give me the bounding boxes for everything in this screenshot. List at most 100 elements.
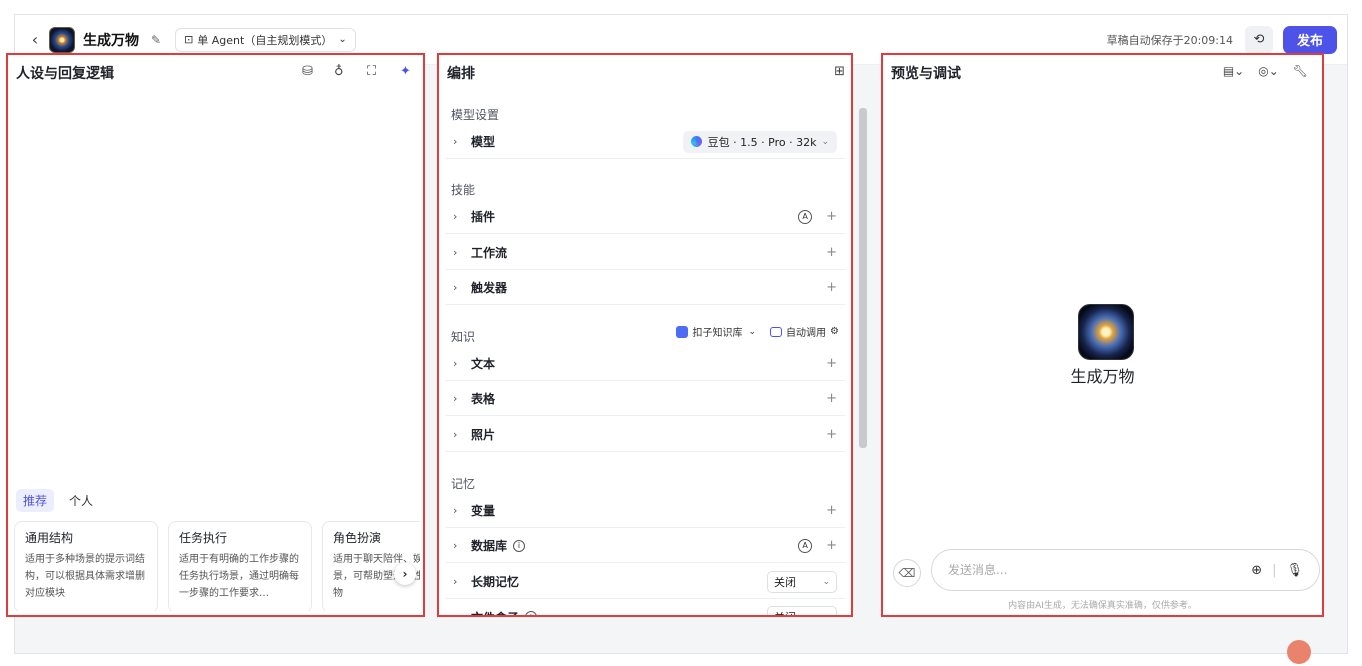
row-label: 文本	[471, 357, 496, 371]
add-icon[interactable]: +	[826, 538, 837, 553]
row-variables[interactable]: › 变量 +	[445, 494, 845, 528]
add-icon[interactable]: +	[826, 209, 837, 224]
row-label: 文件盒子	[471, 609, 519, 616]
publish-button[interactable]: 发布	[1282, 25, 1337, 54]
preview-toolbar: ▤⌄ ◎⌄ 🔧︎	[1209, 64, 1308, 78]
chevron-right-icon[interactable]: ›	[394, 563, 416, 585]
section-skills: 技能	[451, 183, 476, 197]
row-text[interactable]: › 文本 +	[445, 347, 845, 381]
history-icon[interactable]: ⟲	[1244, 25, 1273, 54]
save-status: 草稿自动保存于20:09:14	[1106, 33, 1233, 47]
doubao-icon	[690, 136, 702, 147]
bot-name: 生成万物	[1070, 367, 1135, 386]
info-icon[interactable]: i	[513, 539, 526, 552]
knowledge-controls: 扣子知识库 ⌄ 自动调用 ⚙	[676, 324, 839, 339]
row-model[interactable]: › 模型 豆包 · 1.5 · Pro · 32k ⌄	[445, 125, 845, 159]
kb-icon	[676, 325, 689, 338]
panel-title: 预览与调试	[891, 66, 961, 82]
edit-icon[interactable]: ✎	[151, 33, 161, 47]
row-label: 工作流	[471, 246, 508, 260]
chevron-down-icon: ⌄	[821, 136, 829, 147]
row-label: 插件	[471, 210, 496, 224]
row-database[interactable]: › 数据库 i A +	[445, 529, 845, 563]
chevron-right-icon: ›	[453, 135, 458, 148]
add-icon[interactable]: +	[826, 391, 837, 406]
add-icon[interactable]: +	[826, 503, 837, 518]
section-knowledge: 知识	[451, 330, 476, 344]
row-plugins[interactable]: › 插件 A +	[445, 200, 845, 234]
chevron-down-icon: ⌄	[822, 612, 830, 617]
clear-chat-icon[interactable]: ⌫	[893, 559, 921, 587]
row-label: 长期记忆	[471, 575, 520, 589]
long-memory-select[interactable]: 关闭 ⌄	[767, 570, 837, 593]
row-label: 模型	[471, 135, 496, 149]
optimize-icon[interactable]: ✦	[400, 64, 411, 79]
expand-icon[interactable]: ⛶	[367, 64, 376, 79]
add-icon[interactable]: +	[826, 427, 837, 442]
chevron-down-icon: ⌄	[338, 34, 347, 45]
wrench-icon[interactable]: 🔧︎	[1293, 64, 1308, 78]
mode-selector[interactable]: ⊡ 单 Agent（自主规划模式） ⌄	[175, 27, 356, 52]
select-value: 关闭	[774, 575, 796, 589]
preview-panel: 预览与调试 ▤⌄ ◎⌄ 🔧︎ 生成万物 ⌫ ⊕ | 🎙︎ 内容由AI生成，无法确…	[881, 53, 1324, 617]
row-long-memory[interactable]: › 长期记忆 关闭 ⌄	[445, 565, 845, 599]
add-icon[interactable]: +	[826, 245, 837, 260]
divider: |	[1272, 562, 1277, 578]
add-icon[interactable]: +	[826, 280, 837, 295]
add-circle-icon[interactable]: ⊕	[1251, 563, 1262, 578]
layout-icon[interactable]: ⊞	[834, 64, 845, 79]
card-desc: 适用于有明确的工作步骤的任务执行场景，通过明确每一步骤的工作要求…	[179, 554, 299, 599]
info-icon[interactable]: i	[525, 611, 538, 615]
debug-menu-icon[interactable]: ◎⌄	[1258, 64, 1279, 78]
file-box-select[interactable]: 关闭 ⌄	[767, 606, 837, 617]
kb-selector[interactable]: 扣子知识库	[692, 324, 742, 339]
agent-icon: ⊡	[184, 33, 194, 46]
chevron-right-icon: ›	[453, 357, 458, 370]
tab-recommended[interactable]: 推荐	[16, 489, 55, 512]
message-input-box[interactable]: ⊕ | 🎙︎	[931, 549, 1320, 591]
auto-icon[interactable]: A	[798, 209, 813, 224]
model-selector[interactable]: 豆包 · 1.5 · Pro · 32k ⌄	[682, 130, 837, 153]
card-title: 通用结构	[25, 531, 74, 545]
row-label: 表格	[471, 392, 496, 406]
app-logo	[49, 26, 75, 53]
chevron-right-icon: ›	[453, 428, 458, 441]
row-photo[interactable]: › 照片 +	[445, 418, 845, 452]
gear-icon[interactable]: ⚙	[830, 326, 839, 337]
chevron-down-icon[interactable]: ⌄	[748, 327, 756, 337]
card-title: 任务执行	[179, 531, 228, 545]
disclaimer: 内容由AI生成，无法确保真实准确，仅供参考。	[1008, 601, 1197, 611]
chevron-right-icon: ›	[453, 246, 458, 259]
select-value: 关闭	[774, 609, 796, 615]
row-workflow[interactable]: › 工作流 +	[445, 236, 845, 270]
auto-call-icon	[770, 326, 783, 337]
chevron-right-icon: ›	[453, 210, 458, 223]
chevron-right-icon: ›	[453, 392, 458, 405]
template-card[interactable]: 任务执行 适用于有明确的工作步骤的任务执行场景，通过明确每一步骤的工作要求…	[168, 521, 312, 611]
chevron-right-icon: ›	[453, 539, 458, 552]
layout-menu-icon[interactable]: ▤⌄	[1223, 64, 1244, 78]
bulb-icon[interactable]: ♁	[334, 64, 344, 79]
auto-call-label[interactable]: 自动调用	[786, 324, 826, 339]
microphone-icon[interactable]: 🎙︎	[1286, 563, 1303, 578]
panel-title: 编排	[447, 66, 475, 82]
back-icon[interactable]: ‹	[25, 30, 45, 50]
tab-personal[interactable]: 个人	[62, 489, 100, 512]
chevron-down-icon: ⌄	[822, 576, 830, 587]
row-table[interactable]: › 表格 +	[445, 382, 845, 416]
row-file-box[interactable]: › 文件盒子 i 关闭 ⌄	[445, 600, 845, 617]
app-name: 生成万物	[83, 32, 139, 49]
help-avatar[interactable]	[1287, 640, 1311, 664]
row-label: 变量	[471, 504, 496, 518]
auto-icon[interactable]: A	[798, 538, 813, 553]
bot-avatar	[1078, 304, 1134, 360]
template-card[interactable]: 通用结构 适用于多种场景的提示词结构，可以根据具体需求增删对应模块	[14, 521, 158, 611]
mode-label: 单 Agent（自主规划模式）	[197, 33, 333, 47]
add-icon[interactable]: +	[826, 356, 837, 371]
chevron-right-icon: ›	[453, 504, 458, 517]
message-input[interactable]	[948, 563, 1238, 577]
template-icon[interactable]: ⛁	[302, 64, 313, 79]
orchestration-panel: 编排 ⊞ 模型设置 › 模型 豆包 · 1.5 · Pro · 32k ⌄ 技能…	[437, 53, 853, 617]
row-trigger[interactable]: › 触发器 +	[445, 271, 845, 305]
scrollbar[interactable]	[859, 108, 867, 448]
